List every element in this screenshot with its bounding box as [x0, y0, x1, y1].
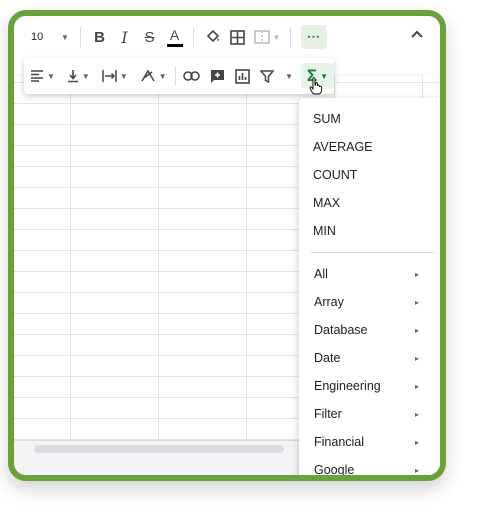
- function-category-item[interactable]: All ▸: [299, 260, 439, 288]
- strikethrough-button[interactable]: S: [137, 24, 162, 50]
- submenu-arrow-icon: ▸: [415, 437, 420, 447]
- merge-cells-button[interactable]: ▼: [250, 24, 284, 50]
- horizontal-align-button[interactable]: ▼: [30, 62, 55, 90]
- caret-down-icon: ▼: [284, 71, 293, 81]
- submenu-arrow-icon: ▸: [415, 325, 420, 335]
- borders-icon: [230, 29, 245, 45]
- submenu-arrow-icon: ▸: [415, 297, 420, 307]
- caret-down-icon: ▼: [61, 32, 69, 42]
- function-menu-item[interactable]: COUNT: [299, 161, 439, 189]
- filter-button[interactable]: [259, 62, 274, 90]
- function-menu-item[interactable]: MIN: [299, 217, 439, 245]
- function-category-label: Database: [314, 323, 368, 337]
- add-comment-icon: [210, 69, 224, 83]
- insert-comment-button[interactable]: [210, 62, 225, 90]
- function-category-label: All: [314, 267, 328, 281]
- more-button[interactable]: ⋯: [301, 25, 327, 49]
- borders-button[interactable]: [225, 24, 250, 50]
- filter-icon: [259, 69, 274, 83]
- align-left-icon: [31, 70, 43, 82]
- text-color-button[interactable]: A: [162, 24, 187, 50]
- align-bottom-icon: [67, 70, 78, 83]
- submenu-arrow-icon: ▸: [415, 269, 420, 279]
- function-menu-item-label: COUNT: [313, 168, 358, 182]
- function-category-item[interactable]: Database ▸: [299, 316, 439, 344]
- function-category-item[interactable]: Filter ▸: [299, 400, 439, 428]
- function-menu-item[interactable]: AVERAGE: [299, 133, 439, 161]
- overflow-toolbar: ▼ ▼ ▼ ▼ ▼ Σ ▼: [24, 58, 334, 94]
- caret-down-icon: ▼: [47, 71, 55, 81]
- text-rotation-icon: [141, 69, 155, 82]
- function-category-item[interactable]: Array ▸: [299, 288, 439, 316]
- submenu-arrow-icon: ▸: [415, 381, 420, 391]
- hand-pointer-icon: [309, 77, 322, 95]
- function-menu-item-label: MIN: [313, 224, 336, 238]
- toolbar-divider: [80, 27, 81, 47]
- function-category-item[interactable]: Date ▸: [299, 344, 439, 372]
- font-size-value: 10: [31, 31, 44, 43]
- functions-menu: SUM AVERAGE COUNT MAX MIN All ▸ Array ▸ Database ▸…: [299, 98, 446, 477]
- function-menu-item-label: SUM: [313, 112, 341, 126]
- vertical-align-button[interactable]: ▼: [67, 62, 90, 90]
- spreadsheet-window: 10 ▼ B I S A ▼ ⋯ ▼ ▼ ▼ ▼ ▼ Σ ▼ SUM AVERA…: [8, 10, 446, 481]
- function-category-label: Date: [314, 351, 341, 365]
- filter-views-dropdown[interactable]: ▼: [282, 62, 293, 90]
- caret-down-icon: ▼: [81, 71, 90, 81]
- caret-down-icon: ▼: [158, 71, 167, 81]
- function-menu-item[interactable]: SUM: [299, 105, 439, 133]
- chevron-up-icon[interactable]: [410, 26, 424, 44]
- font-size-select[interactable]: 10 ▼: [26, 24, 74, 50]
- caret-down-icon: ▼: [272, 32, 281, 42]
- function-category-label: Filter: [314, 407, 342, 421]
- function-category-label: Engineering: [314, 379, 381, 393]
- function-category-label: Google: [314, 463, 355, 477]
- menu-divider: [311, 252, 435, 253]
- submenu-arrow-icon: ▸: [415, 353, 420, 363]
- text-color-label: A: [169, 26, 180, 43]
- submenu-arrow-icon: ▸: [415, 409, 420, 419]
- paint-bucket-icon: [206, 29, 219, 43]
- bold-button[interactable]: B: [87, 24, 112, 50]
- function-category-item[interactable]: Financial ▸: [299, 428, 439, 456]
- toolbar-divider: [193, 27, 194, 47]
- function-menu-item-label: AVERAGE: [313, 140, 373, 154]
- submenu-arrow-icon: ▸: [415, 465, 420, 475]
- main-toolbar: 10 ▼ B I S A ▼ ⋯: [14, 16, 440, 58]
- text-rotation-button[interactable]: ▼: [140, 62, 167, 90]
- function-category-label: Array: [314, 295, 344, 309]
- link-icon: [183, 71, 200, 81]
- text-color-swatch: [166, 43, 183, 47]
- function-menu-item-label: MAX: [313, 196, 341, 210]
- fill-color-button[interactable]: [200, 24, 225, 50]
- text-wrap-button[interactable]: ▼: [102, 62, 128, 90]
- function-category-item[interactable]: Engineering ▸: [299, 372, 439, 400]
- function-category-label: Financial: [314, 435, 365, 449]
- function-category-item[interactable]: Google ▸: [299, 456, 439, 477]
- insert-link-button[interactable]: [183, 62, 200, 90]
- toolbar-divider: [290, 27, 291, 47]
- caret-down-icon: ▼: [119, 71, 128, 81]
- chart-icon: [235, 68, 250, 84]
- merge-cells-icon: [253, 30, 270, 44]
- function-menu-item[interactable]: MAX: [299, 189, 439, 217]
- text-wrap-icon: [102, 70, 117, 82]
- insert-chart-button[interactable]: [235, 62, 250, 90]
- menu-scrollbar[interactable]: [441, 106, 446, 324]
- italic-button[interactable]: I: [112, 24, 137, 50]
- horizontal-scrollbar[interactable]: [34, 445, 284, 453]
